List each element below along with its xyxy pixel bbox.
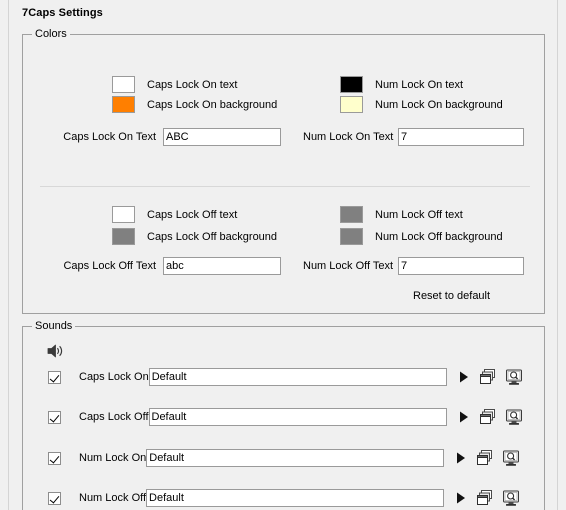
caps-lock-on-text-field-row: Caps Lock On Text xyxy=(60,128,281,146)
page-title: 7Caps Settings xyxy=(22,7,103,19)
num-lock-off-background-swatch[interactable] xyxy=(340,228,363,245)
caps-lock-off-text-swatch[interactable] xyxy=(112,206,135,223)
num-lock-on-text-input[interactable] xyxy=(398,128,524,146)
caps-lock-on-text-field-label: Caps Lock On Text xyxy=(63,131,156,143)
play-icon-caps-lock-off[interactable] xyxy=(457,409,471,425)
sound-row-caps-lock-off: Caps Lock Off xyxy=(30,406,523,428)
num-lock-on-text-label: Num Lock On text xyxy=(375,78,464,91)
caps-lock-on-text-label: Caps Lock On text xyxy=(147,78,238,91)
monitor-preview-icon-caps-lock-off[interactable] xyxy=(505,408,523,426)
sound-row-label-caps-lock-off: Caps Lock Off xyxy=(79,411,149,423)
caps-lock-off-background-color-row[interactable]: Caps Lock Off background xyxy=(112,228,277,245)
caps-lock-on-background-color-row[interactable]: Caps Lock On background xyxy=(112,96,277,113)
sound-row-label-num-lock-off: Num Lock Off xyxy=(79,492,147,504)
colors-section-divider xyxy=(40,186,530,187)
reset-to-default-button[interactable]: Reset to default xyxy=(413,290,490,302)
caps-lock-off-text-input[interactable] xyxy=(163,257,281,275)
speaker-icon[interactable] xyxy=(45,342,65,360)
window-frame-left xyxy=(8,0,9,510)
copy-windows-icon-num-lock-on[interactable] xyxy=(476,449,494,467)
sound-file-input-num-lock-off[interactable] xyxy=(146,489,445,507)
caps-lock-off-text-color-row[interactable]: Caps Lock Off text xyxy=(112,206,237,223)
settings-window: 7Caps Settings Colors Caps Lock On text … xyxy=(0,0,566,510)
copy-windows-icon-num-lock-off[interactable] xyxy=(476,489,494,507)
sounds-group-label: Sounds xyxy=(32,320,76,332)
caps-lock-off-text-field-label: Caps Lock Off Text xyxy=(63,260,156,272)
sound-row-num-lock-off: Num Lock Off xyxy=(30,487,520,509)
caps-lock-off-text-label: Caps Lock Off text xyxy=(147,208,238,221)
num-lock-off-background-color-row[interactable]: Num Lock Off background xyxy=(340,228,503,245)
num-lock-off-background-label: Num Lock Off background xyxy=(375,230,503,243)
sound-file-input-caps-lock-off[interactable] xyxy=(148,408,447,426)
caps-lock-on-background-swatch[interactable] xyxy=(112,96,135,113)
monitor-preview-icon-num-lock-on[interactable] xyxy=(502,449,520,467)
num-lock-off-text-label: Num Lock Off text xyxy=(375,208,463,221)
play-icon-num-lock-on[interactable] xyxy=(454,450,468,466)
num-lock-on-text-color-row[interactable]: Num Lock On text xyxy=(340,76,463,93)
caps-lock-on-text-input[interactable] xyxy=(163,128,281,146)
num-lock-on-text-field-label: Num Lock On Text xyxy=(303,131,394,143)
num-lock-off-text-swatch[interactable] xyxy=(340,206,363,223)
num-lock-off-text-field-label: Num Lock Off Text xyxy=(303,260,394,272)
sound-enabled-checkbox-num-lock-on[interactable] xyxy=(48,451,61,465)
copy-windows-icon-caps-lock-on[interactable] xyxy=(479,368,497,386)
sound-row-label-caps-lock-on: Caps Lock On xyxy=(79,371,149,383)
caps-lock-on-text-color-row[interactable]: Caps Lock On text xyxy=(112,76,238,93)
sound-row-label-num-lock-on: Num Lock On xyxy=(79,452,147,464)
num-lock-off-text-color-row[interactable]: Num Lock Off text xyxy=(340,206,463,223)
num-lock-on-text-swatch[interactable] xyxy=(340,76,363,93)
sound-enabled-checkbox-caps-lock-on[interactable] xyxy=(48,370,61,384)
copy-windows-icon-caps-lock-off[interactable] xyxy=(479,408,497,426)
window-frame-right xyxy=(557,0,558,510)
sound-file-input-caps-lock-on[interactable] xyxy=(148,368,447,386)
num-lock-on-background-swatch[interactable] xyxy=(340,96,363,113)
sound-enabled-checkbox-num-lock-off[interactable] xyxy=(48,491,61,505)
num-lock-off-text-input[interactable] xyxy=(398,257,524,275)
sound-enabled-checkbox-caps-lock-off[interactable] xyxy=(48,410,61,424)
caps-lock-on-text-swatch[interactable] xyxy=(112,76,135,93)
num-lock-off-text-field-row: Num Lock Off Text xyxy=(303,257,524,275)
num-lock-on-text-field-row: Num Lock On Text xyxy=(303,128,524,146)
play-icon-caps-lock-on[interactable] xyxy=(457,369,471,385)
monitor-preview-icon-caps-lock-on[interactable] xyxy=(505,368,523,386)
monitor-preview-icon-num-lock-off[interactable] xyxy=(502,489,520,507)
sound-file-input-num-lock-on[interactable] xyxy=(146,449,445,467)
caps-lock-off-background-swatch[interactable] xyxy=(112,228,135,245)
colors-group-label: Colors xyxy=(32,28,70,40)
caps-lock-off-text-field-row: Caps Lock Off Text xyxy=(60,257,281,275)
num-lock-on-background-color-row[interactable]: Num Lock On background xyxy=(340,96,503,113)
num-lock-on-background-label: Num Lock On background xyxy=(375,98,503,111)
sound-row-caps-lock-on: Caps Lock On xyxy=(30,366,523,388)
caps-lock-on-background-label: Caps Lock On background xyxy=(147,98,278,111)
sound-row-num-lock-on: Num Lock On xyxy=(30,447,520,469)
play-icon-num-lock-off[interactable] xyxy=(454,490,468,506)
caps-lock-off-background-label: Caps Lock Off background xyxy=(147,230,278,243)
